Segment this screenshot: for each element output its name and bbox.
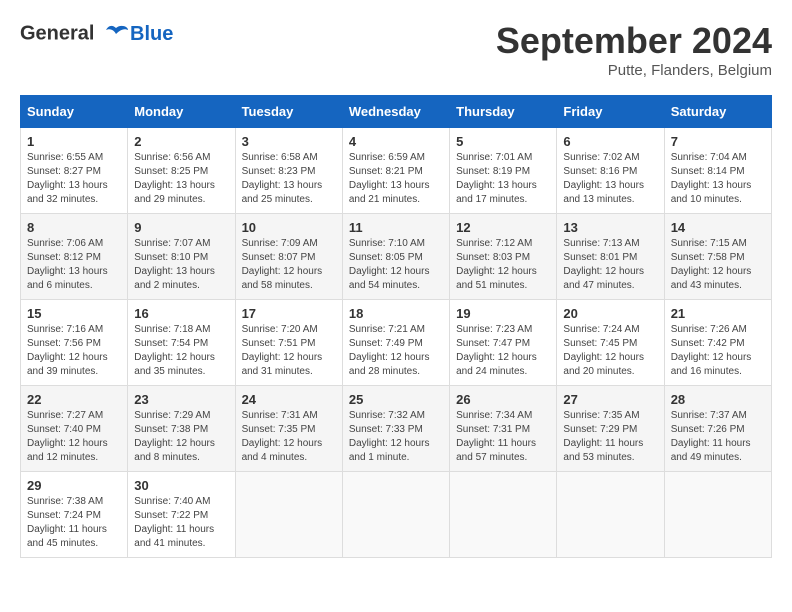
calendar-row: 29Sunrise: 7:38 AMSunset: 7:24 PMDayligh… xyxy=(21,472,772,558)
calendar-cell: 24Sunrise: 7:31 AMSunset: 7:35 PMDayligh… xyxy=(235,386,342,472)
calendar-cell: 2Sunrise: 6:56 AMSunset: 8:25 PMDaylight… xyxy=(128,128,235,214)
calendar-cell: 27Sunrise: 7:35 AMSunset: 7:29 PMDayligh… xyxy=(557,386,664,472)
calendar-cell: 23Sunrise: 7:29 AMSunset: 7:38 PMDayligh… xyxy=(128,386,235,472)
page-header: General Blue September 2024 Putte, Fland… xyxy=(20,20,772,79)
calendar-cell: 17Sunrise: 7:20 AMSunset: 7:51 PMDayligh… xyxy=(235,300,342,386)
header-tuesday: Tuesday xyxy=(235,96,342,128)
calendar-cell: 3Sunrise: 6:58 AMSunset: 8:23 PMDaylight… xyxy=(235,128,342,214)
header-thursday: Thursday xyxy=(450,96,557,128)
calendar-body: 1Sunrise: 6:55 AMSunset: 8:27 PMDaylight… xyxy=(21,128,772,558)
header-saturday: Saturday xyxy=(664,96,771,128)
calendar-cell: 5Sunrise: 7:01 AMSunset: 8:19 PMDaylight… xyxy=(450,128,557,214)
calendar-cell: 6Sunrise: 7:02 AMSunset: 8:16 PMDaylight… xyxy=(557,128,664,214)
location: Putte, Flanders, Belgium xyxy=(496,62,772,79)
calendar-header: SundayMondayTuesdayWednesdayThursdayFrid… xyxy=(21,96,772,128)
logo-general: General xyxy=(20,22,94,44)
calendar-cell: 11Sunrise: 7:10 AMSunset: 8:05 PMDayligh… xyxy=(342,214,449,300)
calendar-row: 1Sunrise: 6:55 AMSunset: 8:27 PMDaylight… xyxy=(21,128,772,214)
header-friday: Friday xyxy=(557,96,664,128)
header-wednesday: Wednesday xyxy=(342,96,449,128)
logo-blue: Blue xyxy=(130,23,173,45)
calendar-cell xyxy=(450,472,557,558)
logo-bird-icon xyxy=(102,20,130,48)
calendar-cell: 30Sunrise: 7:40 AMSunset: 7:22 PMDayligh… xyxy=(128,472,235,558)
calendar-cell: 22Sunrise: 7:27 AMSunset: 7:40 PMDayligh… xyxy=(21,386,128,472)
calendar-cell: 21Sunrise: 7:26 AMSunset: 7:42 PMDayligh… xyxy=(664,300,771,386)
calendar-cell: 28Sunrise: 7:37 AMSunset: 7:26 PMDayligh… xyxy=(664,386,771,472)
calendar-cell: 13Sunrise: 7:13 AMSunset: 8:01 PMDayligh… xyxy=(557,214,664,300)
calendar-cell: 1Sunrise: 6:55 AMSunset: 8:27 PMDaylight… xyxy=(21,128,128,214)
calendar-cell: 7Sunrise: 7:04 AMSunset: 8:14 PMDaylight… xyxy=(664,128,771,214)
month-title: September 2024 xyxy=(496,20,772,62)
calendar-cell xyxy=(664,472,771,558)
calendar-cell: 10Sunrise: 7:09 AMSunset: 8:07 PMDayligh… xyxy=(235,214,342,300)
header-row: SundayMondayTuesdayWednesdayThursdayFrid… xyxy=(21,96,772,128)
header-monday: Monday xyxy=(128,96,235,128)
calendar-cell: 12Sunrise: 7:12 AMSunset: 8:03 PMDayligh… xyxy=(450,214,557,300)
calendar-cell: 20Sunrise: 7:24 AMSunset: 7:45 PMDayligh… xyxy=(557,300,664,386)
header-sunday: Sunday xyxy=(21,96,128,128)
calendar-row: 15Sunrise: 7:16 AMSunset: 7:56 PMDayligh… xyxy=(21,300,772,386)
calendar-cell: 16Sunrise: 7:18 AMSunset: 7:54 PMDayligh… xyxy=(128,300,235,386)
logo: General Blue xyxy=(20,20,173,48)
calendar-cell xyxy=(557,472,664,558)
calendar-cell: 26Sunrise: 7:34 AMSunset: 7:31 PMDayligh… xyxy=(450,386,557,472)
calendar-cell: 4Sunrise: 6:59 AMSunset: 8:21 PMDaylight… xyxy=(342,128,449,214)
calendar-cell: 14Sunrise: 7:15 AMSunset: 7:58 PMDayligh… xyxy=(664,214,771,300)
title-block: September 2024 Putte, Flanders, Belgium xyxy=(496,20,772,79)
calendar-cell: 25Sunrise: 7:32 AMSunset: 7:33 PMDayligh… xyxy=(342,386,449,472)
calendar-cell xyxy=(342,472,449,558)
calendar-table: SundayMondayTuesdayWednesdayThursdayFrid… xyxy=(20,95,772,558)
calendar-cell: 8Sunrise: 7:06 AMSunset: 8:12 PMDaylight… xyxy=(21,214,128,300)
calendar-row: 8Sunrise: 7:06 AMSunset: 8:12 PMDaylight… xyxy=(21,214,772,300)
calendar-cell: 19Sunrise: 7:23 AMSunset: 7:47 PMDayligh… xyxy=(450,300,557,386)
calendar-cell xyxy=(235,472,342,558)
calendar-cell: 29Sunrise: 7:38 AMSunset: 7:24 PMDayligh… xyxy=(21,472,128,558)
calendar-cell: 18Sunrise: 7:21 AMSunset: 7:49 PMDayligh… xyxy=(342,300,449,386)
calendar-cell: 9Sunrise: 7:07 AMSunset: 8:10 PMDaylight… xyxy=(128,214,235,300)
calendar-row: 22Sunrise: 7:27 AMSunset: 7:40 PMDayligh… xyxy=(21,386,772,472)
calendar-cell: 15Sunrise: 7:16 AMSunset: 7:56 PMDayligh… xyxy=(21,300,128,386)
